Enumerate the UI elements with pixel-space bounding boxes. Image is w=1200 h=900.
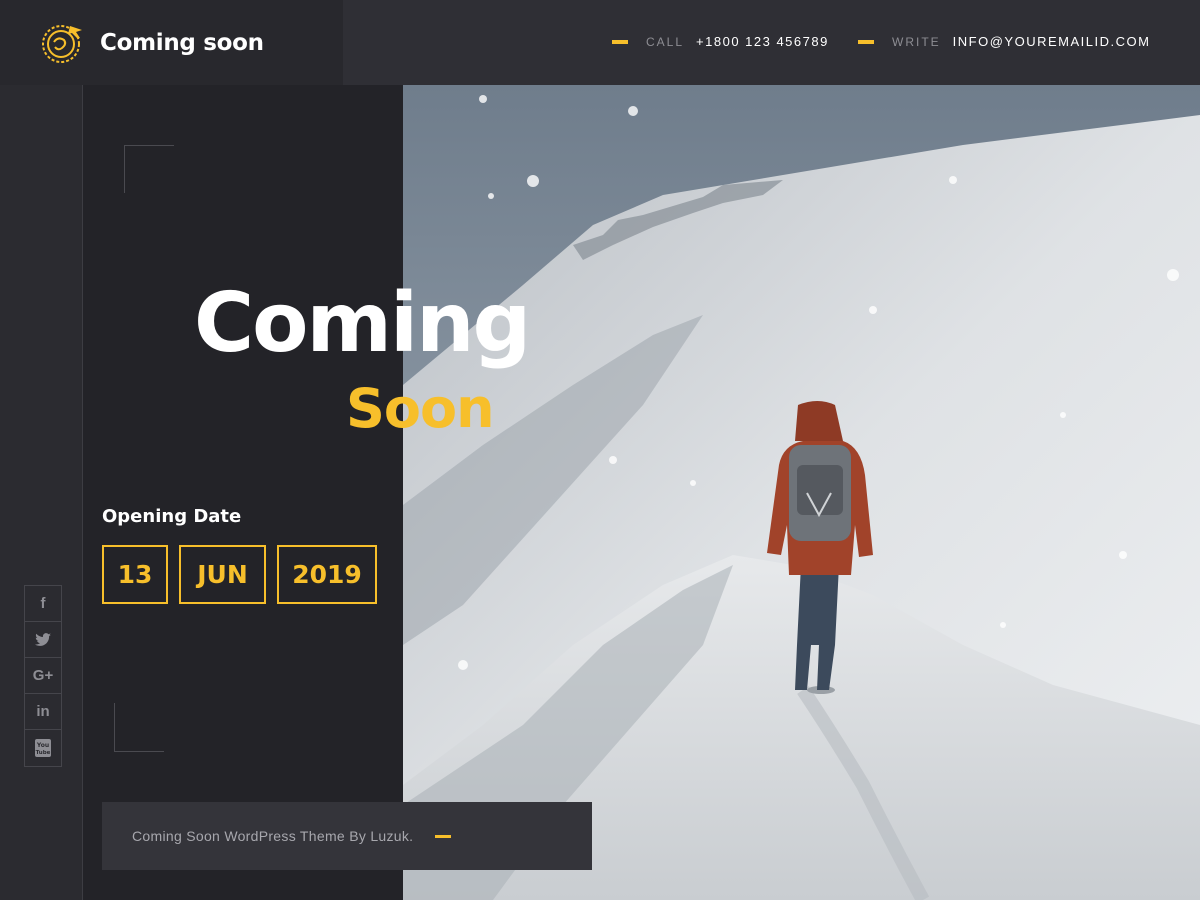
brand[interactable]: Coming soon xyxy=(0,0,343,85)
write-label: WRITE xyxy=(892,34,941,49)
contact-write: WRITE INFO@YOUREMAILID.COM xyxy=(858,34,1150,49)
travel-globe-logo-icon xyxy=(40,20,86,66)
accent-dash xyxy=(858,39,874,44)
social-links: f G+ in You Tube xyxy=(24,585,62,767)
coming-soon-page: Coming soon CALL +1800 123 456789 WRITE … xyxy=(0,0,1200,900)
date-day-box: 13 xyxy=(102,545,168,604)
facebook-icon[interactable]: f xyxy=(25,586,61,622)
brand-title: Coming soon xyxy=(100,29,264,56)
hero-mountain-photo xyxy=(403,85,1200,900)
left-rail xyxy=(0,85,83,900)
contact-call: CALL +1800 123 456789 xyxy=(612,34,829,49)
headline-coming: Coming xyxy=(194,276,531,371)
headline-soon: Soon xyxy=(346,377,495,440)
youtube-icon[interactable]: You Tube xyxy=(25,730,61,766)
accent-dash xyxy=(612,39,628,44)
opening-date-label: Opening Date xyxy=(102,506,242,527)
linkedin-icon[interactable]: in xyxy=(25,694,61,730)
footer-credit-link[interactable]: Coming Soon WordPress Theme By Luzuk. xyxy=(132,828,413,844)
phone-number-link[interactable]: +1800 123 456789 xyxy=(696,34,829,49)
svg-text:You: You xyxy=(36,742,49,749)
email-link[interactable]: INFO@YOUREMAILID.COM xyxy=(953,34,1151,49)
twitter-icon[interactable] xyxy=(25,622,61,658)
content-panel xyxy=(83,85,403,900)
date-month-box: JUN xyxy=(179,545,266,604)
google-plus-icon[interactable]: G+ xyxy=(25,658,61,694)
accent-dash xyxy=(435,834,452,838)
call-label: CALL xyxy=(646,34,685,49)
corner-decoration-top xyxy=(124,145,174,193)
corner-decoration-bottom xyxy=(114,703,164,752)
footer-credit-bar: Coming Soon WordPress Theme By Luzuk. xyxy=(102,802,592,870)
svg-text:Tube: Tube xyxy=(36,750,51,756)
site-header: Coming soon CALL +1800 123 456789 WRITE … xyxy=(0,0,1200,85)
date-year-box: 2019 xyxy=(277,545,377,604)
